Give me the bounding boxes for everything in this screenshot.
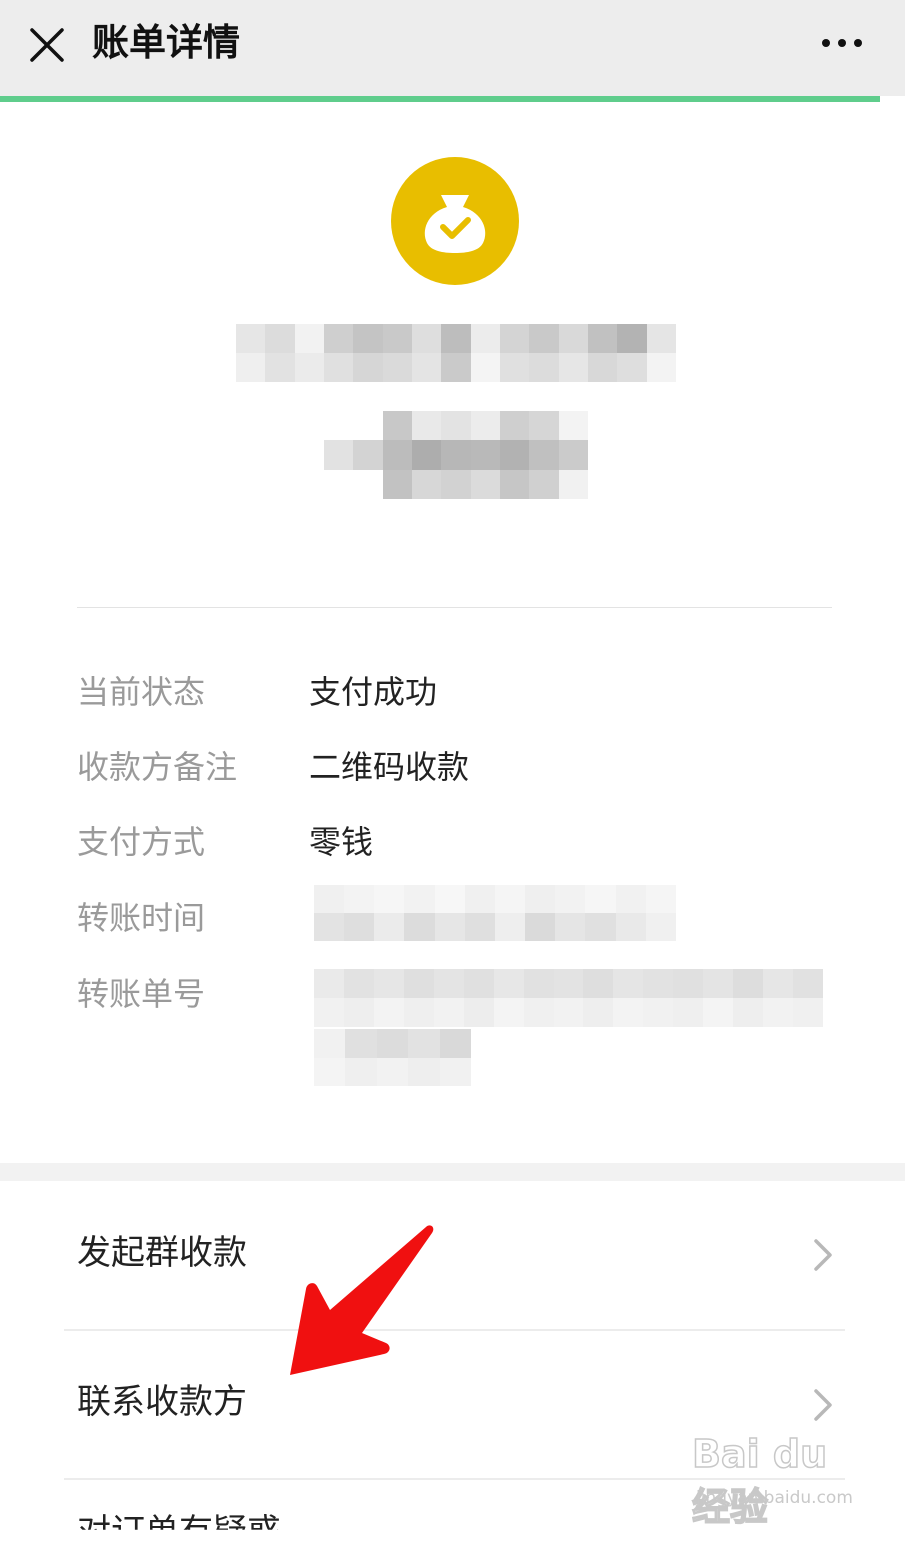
money-bag-check-icon xyxy=(424,195,486,253)
payee-note-label: 收款方备注 xyxy=(77,748,238,786)
watermark-url: jingyan.baidu.com xyxy=(696,1488,853,1508)
menu-item-label: 联系收款方 xyxy=(77,1382,247,1422)
transfer-time-label: 转账时间 xyxy=(77,899,206,937)
baidu-jingyan-watermark: Bai du 经验 jingyan.baidu.com xyxy=(691,1431,862,1530)
menu-item-label: 发起群收款 xyxy=(77,1233,247,1273)
redacted-amount xyxy=(324,411,588,499)
chevron-right-icon xyxy=(814,1389,832,1421)
more-button[interactable] xyxy=(812,20,872,66)
status-label: 当前状态 xyxy=(77,673,206,711)
redacted-transfer-number-line1 xyxy=(314,969,823,1027)
page-load-progress xyxy=(0,96,880,102)
menu-item-group-collect[interactable]: 发起群收款 xyxy=(0,1181,905,1329)
redacted-transfer-time xyxy=(314,885,676,941)
payment-method-label: 支付方式 xyxy=(77,823,206,861)
top-bar: 账单详情 xyxy=(0,0,905,96)
status-value: 支付成功 xyxy=(309,673,438,711)
transfer-number-label: 转账单号 xyxy=(77,975,206,1013)
section-gap xyxy=(0,1163,905,1181)
page-title: 账单详情 xyxy=(92,21,240,64)
more-icon xyxy=(822,39,862,47)
watermark-text: Bai du 经验 xyxy=(691,1431,828,1530)
close-icon xyxy=(30,28,64,62)
redacted-transfer-number-line2 xyxy=(314,1029,471,1086)
chevron-right-icon xyxy=(814,1239,832,1271)
menu-item-order-question[interactable]: 对订单有疑惑 xyxy=(77,1510,281,1530)
section-divider xyxy=(77,607,832,608)
money-bag-badge xyxy=(391,157,519,285)
payment-method-value: 零钱 xyxy=(309,823,374,861)
payee-note-value: 二维码收款 xyxy=(309,748,470,786)
close-button[interactable] xyxy=(22,20,72,70)
redacted-merchant-name xyxy=(236,324,676,382)
red-arrow-annotation xyxy=(290,1225,434,1375)
